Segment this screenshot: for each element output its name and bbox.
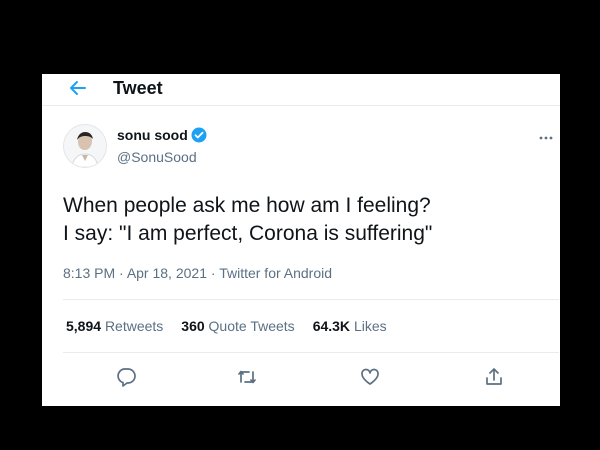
tweet-text-line-1: When people ask me how am I feeling? [63,194,431,217]
likes-stat[interactable]: 64.3K Likes [313,318,387,334]
author-name[interactable]: sonu sood [117,127,188,143]
page-title: Tweet [113,78,163,98]
tweet-card: Tweet sonu sood @SonuSood When people as… [42,74,560,406]
author-name-row: sonu sood [117,127,207,143]
top-bar: Tweet [42,74,560,102]
retweets-count: 5,894 [66,318,102,334]
tweet-source[interactable]: Twitter for Android [219,265,332,281]
tweet-text-line-2: I say: "I am perfect, Corona is sufferin… [63,222,433,245]
like-icon[interactable] [359,366,381,388]
quote-tweets-stat[interactable]: 360 Quote Tweets [181,318,294,334]
share-icon[interactable] [483,366,505,388]
more-options-icon[interactable] [538,130,554,140]
back-arrow-icon[interactable] [66,77,88,99]
verified-badge-icon [191,127,207,143]
tweet-stats: 5,894 Retweets 360 Quote Tweets 64.3K Li… [66,318,405,334]
author-handle[interactable]: @SonuSood [117,149,197,165]
retweets-label: Retweets [104,318,164,334]
retweets-stat[interactable]: 5,894 Retweets [66,318,163,334]
likes-count: 64.3K [312,318,351,334]
quote-tweets-label: Quote Tweets [208,318,295,334]
meta-divider [63,299,559,300]
reply-icon[interactable] [115,366,137,388]
tweet-date[interactable]: Apr 18, 2021 [127,265,207,281]
meta-separator: · [210,265,220,281]
tweet-meta: 8:13 PM · Apr 18, 2021 · Twitter for And… [63,265,332,281]
stats-divider [63,352,559,353]
tweet-text: When people ask me how am I feeling? I s… [63,192,432,248]
header-divider [42,105,560,106]
quote-tweets-count: 360 [181,318,205,334]
retweet-icon[interactable] [236,366,258,388]
tweet-actions [42,362,560,392]
tweet-time[interactable]: 8:13 PM [63,265,115,281]
avatar[interactable] [63,124,107,168]
likes-label: Likes [353,318,387,334]
meta-separator: · [119,265,127,281]
